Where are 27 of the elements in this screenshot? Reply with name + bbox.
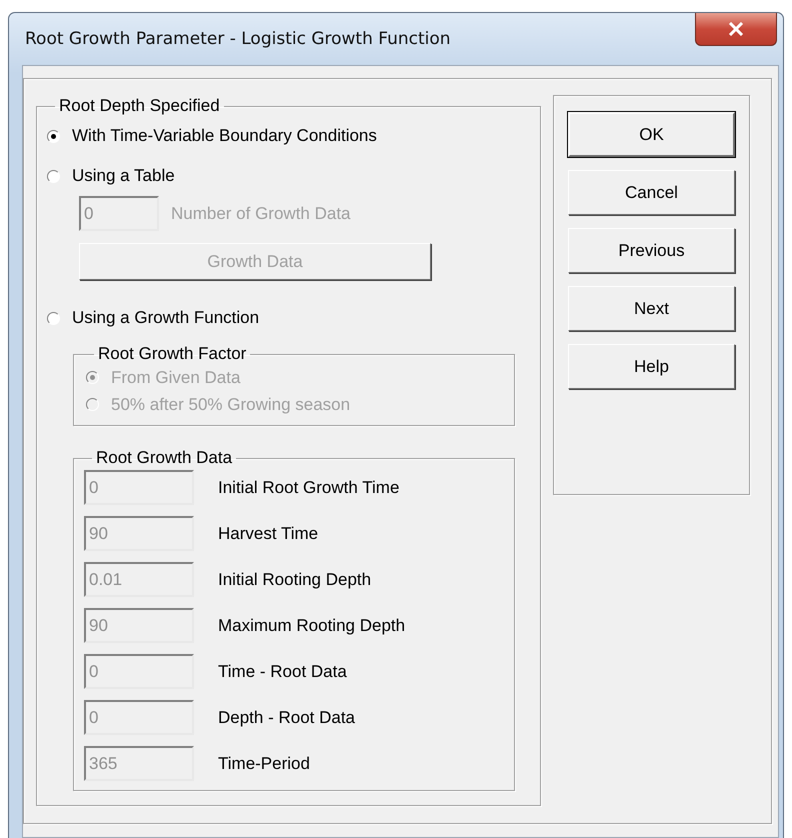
group-label: Root Growth Data (95, 448, 234, 468)
radio-label: From Given Data (111, 368, 240, 388)
field-label: Time - Root Data (218, 662, 347, 682)
dialog-button[interactable]: Cancel (568, 170, 735, 215)
dialog-button[interactable]: Next (568, 286, 735, 331)
field-label: Initial Root Growth Time (218, 478, 400, 498)
radio-button[interactable] (47, 130, 60, 142)
radio-button[interactable] (47, 170, 60, 182)
radio-button[interactable] (47, 312, 60, 324)
group-label: Root Depth Specified (58, 96, 221, 116)
dialog-button[interactable]: OK (568, 112, 735, 157)
field-label: Depth - Root Data (218, 708, 356, 728)
window-title: Root Growth Parameter - Logistic Growth Function (25, 29, 451, 49)
field-label: Initial Rooting Depth (218, 570, 372, 590)
field-label: Time-Period (218, 754, 310, 774)
radio-label: Using a Growth Function (72, 308, 260, 328)
field-label: Maximum Rooting Depth (218, 616, 406, 636)
close-button[interactable] (695, 13, 777, 46)
close-icon (728, 22, 744, 36)
group-label: Root Growth Factor (97, 344, 248, 364)
field-label: Number of Growth Data (171, 204, 351, 224)
dialog-button[interactable]: Help (568, 344, 735, 389)
radio-label: With Time-Variable Boundary Conditions (72, 126, 377, 146)
field-label: Harvest Time (218, 524, 318, 544)
dialog-button[interactable]: Previous (568, 228, 735, 273)
radio-label: Using a Table (72, 166, 175, 186)
radio-label: 50% after 50% Growing season (111, 394, 350, 414)
